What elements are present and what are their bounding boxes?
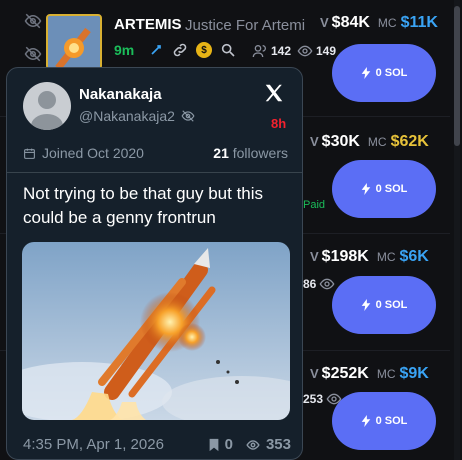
- lightning-icon: [361, 183, 370, 195]
- tweet-image[interactable]: [22, 242, 290, 420]
- token-full-name: Justice For Artemi: [185, 17, 306, 34]
- author-name[interactable]: Nakanakaja: [79, 86, 162, 103]
- buy-amount: 0 SOL: [375, 415, 408, 427]
- eye-off-icon[interactable]: [24, 45, 42, 63]
- calendar-icon: [24, 148, 35, 159]
- avatar[interactable]: [23, 82, 71, 130]
- author-handle[interactable]: @Nakanakaja2: [79, 108, 175, 124]
- eye-icon: [297, 45, 313, 57]
- search-icon[interactable]: [220, 42, 236, 58]
- volume-label: V: [310, 249, 319, 264]
- buy-amount: 0 SOL: [375, 67, 408, 79]
- eye-off-icon[interactable]: [181, 109, 195, 123]
- eye-icon: [319, 278, 335, 290]
- tweet-text: Not trying to be that guy but this could…: [23, 184, 264, 227]
- pump-icon[interactable]: [148, 42, 164, 58]
- volume-value: $252K: [321, 365, 369, 382]
- buy-amount: 0 SOL: [375, 299, 408, 311]
- views-count: 86: [303, 277, 317, 291]
- market-cap-value: $11K: [400, 14, 438, 31]
- volume-label: V: [310, 134, 319, 149]
- users-icon: [252, 45, 266, 58]
- mc-label: MC: [377, 16, 397, 30]
- token-image[interactable]: [46, 14, 102, 70]
- eye-off-icon[interactable]: [24, 12, 42, 30]
- followers-label: followers: [232, 145, 288, 161]
- quick-buy-button[interactable]: 0 SOL: [332, 276, 436, 334]
- tweet-timestamp: 4:35 PM, Apr 1, 2026: [23, 436, 164, 453]
- quick-buy-button[interactable]: 0 SOL: [332, 392, 436, 450]
- time-ago: 8h: [271, 116, 287, 131]
- quick-buy-button[interactable]: 0 SOL: [332, 44, 436, 102]
- buy-amount: 0 SOL: [375, 183, 408, 195]
- x-logo-icon[interactable]: [263, 82, 285, 104]
- link-icon[interactable]: [172, 42, 188, 58]
- mc-label: MC: [367, 135, 387, 149]
- mc-label: MC: [376, 367, 396, 381]
- views-count: 149: [316, 44, 337, 58]
- bookmark-count: 0: [224, 436, 233, 453]
- lightning-icon: [361, 67, 370, 79]
- eye-icon: [246, 439, 260, 450]
- token-age: 9m: [114, 42, 135, 58]
- views-count: 253: [303, 392, 324, 406]
- token-ticker[interactable]: ARTEMIS: [114, 16, 182, 33]
- lightning-icon: [361, 415, 370, 427]
- tweet-views: 353: [265, 436, 291, 453]
- volume-label: V: [320, 15, 329, 30]
- quick-buy-button[interactable]: 0 SOL: [332, 160, 436, 218]
- holders-count: 142: [271, 44, 292, 58]
- coin-icon[interactable]: $: [196, 42, 212, 58]
- mc-label: MC: [376, 250, 396, 264]
- market-cap-value: $9K: [399, 365, 429, 382]
- market-cap-value: $62K: [390, 133, 429, 150]
- lightning-icon: [361, 299, 370, 311]
- scrollbar-thumb[interactable]: [454, 6, 460, 146]
- joined-date: Joined Oct 2020: [42, 145, 144, 161]
- followers-count: 21: [213, 145, 229, 161]
- market-cap-value: $6K: [399, 248, 429, 265]
- volume-value: $84K: [331, 14, 370, 31]
- tweet-preview-card[interactable]: Nakanakaja @Nakanakaja2 8h Joined Oct 20…: [6, 67, 303, 460]
- bookmark-icon[interactable]: [208, 438, 220, 452]
- volume-label: V: [310, 366, 319, 381]
- divider: [7, 172, 302, 173]
- volume-value: $198K: [321, 248, 369, 265]
- volume-value: $30K: [321, 133, 360, 150]
- paid-badge: Paid: [303, 199, 326, 211]
